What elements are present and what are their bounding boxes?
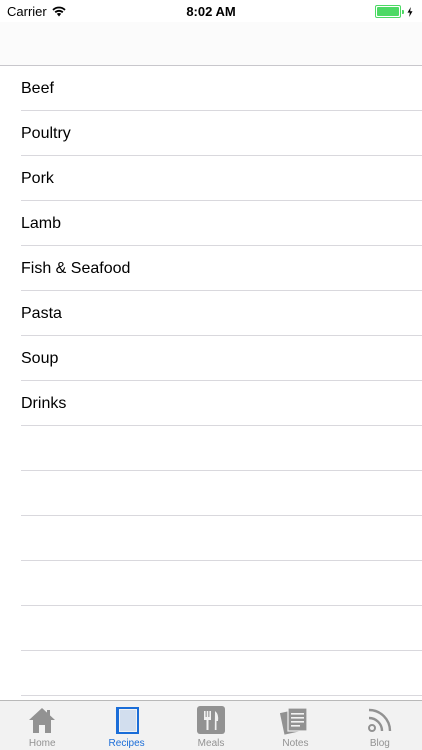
category-label: Soup [21, 349, 59, 367]
battery-fill [377, 7, 399, 16]
empty-row [0, 651, 422, 696]
category-row[interactable]: Lamb [0, 201, 422, 246]
status-time: 8:02 AM [186, 4, 236, 19]
battery-tip [402, 9, 404, 14]
empty-row [0, 426, 422, 471]
category-row[interactable]: Poultry [0, 111, 422, 156]
empty-row [0, 471, 422, 516]
category-row[interactable]: Fish & Seafood [0, 246, 422, 291]
tab-label: Notes [282, 738, 309, 749]
tab-label: Meals [197, 738, 225, 749]
category-label: Pasta [21, 304, 62, 322]
battery-indicator [375, 5, 413, 18]
category-list: Beef Poultry Pork Lamb Fish & Seafood Pasta So… [0, 66, 422, 700]
home-icon [26, 704, 58, 736]
category-row[interactable]: Beef [0, 66, 422, 111]
charging-bolt-icon [407, 6, 413, 17]
book-icon [111, 704, 143, 736]
empty-row [0, 561, 422, 606]
category-row[interactable]: Pasta [0, 291, 422, 336]
fork-knife-icon [195, 704, 227, 736]
tab-home[interactable]: Home [0, 701, 84, 750]
category-label: Pork [21, 169, 54, 187]
rss-icon [364, 704, 396, 736]
category-label: Beef [21, 79, 54, 97]
category-label: Drinks [21, 394, 67, 412]
tab-blog[interactable]: Blog [338, 701, 422, 750]
category-label: Fish & Seafood [21, 259, 131, 277]
tab-label: Recipes [108, 738, 145, 749]
tab-recipes[interactable]: Recipes [84, 701, 168, 750]
status-bar: Carrier 8:02 AM [0, 0, 422, 22]
tab-notes[interactable]: Notes [253, 701, 337, 750]
tab-label: Home [28, 738, 56, 749]
tab-bar: Home Recipes Meals Notes Blog [0, 700, 422, 750]
category-label: Poultry [21, 124, 71, 142]
app-screen: Carrier 8:02 AM Beef Poultry Pork Lamb Fish … [0, 0, 422, 750]
navigation-bar [0, 22, 422, 66]
category-row[interactable]: Soup [0, 336, 422, 381]
tab-meals[interactable]: Meals [169, 701, 253, 750]
tab-label: Blog [369, 738, 390, 749]
category-label: Lamb [21, 214, 62, 232]
empty-row [0, 606, 422, 651]
battery-icon [375, 5, 401, 18]
category-row[interactable]: Pork [0, 156, 422, 201]
notes-icon [279, 704, 311, 736]
category-row[interactable]: Drinks [0, 381, 422, 426]
empty-row [0, 516, 422, 561]
